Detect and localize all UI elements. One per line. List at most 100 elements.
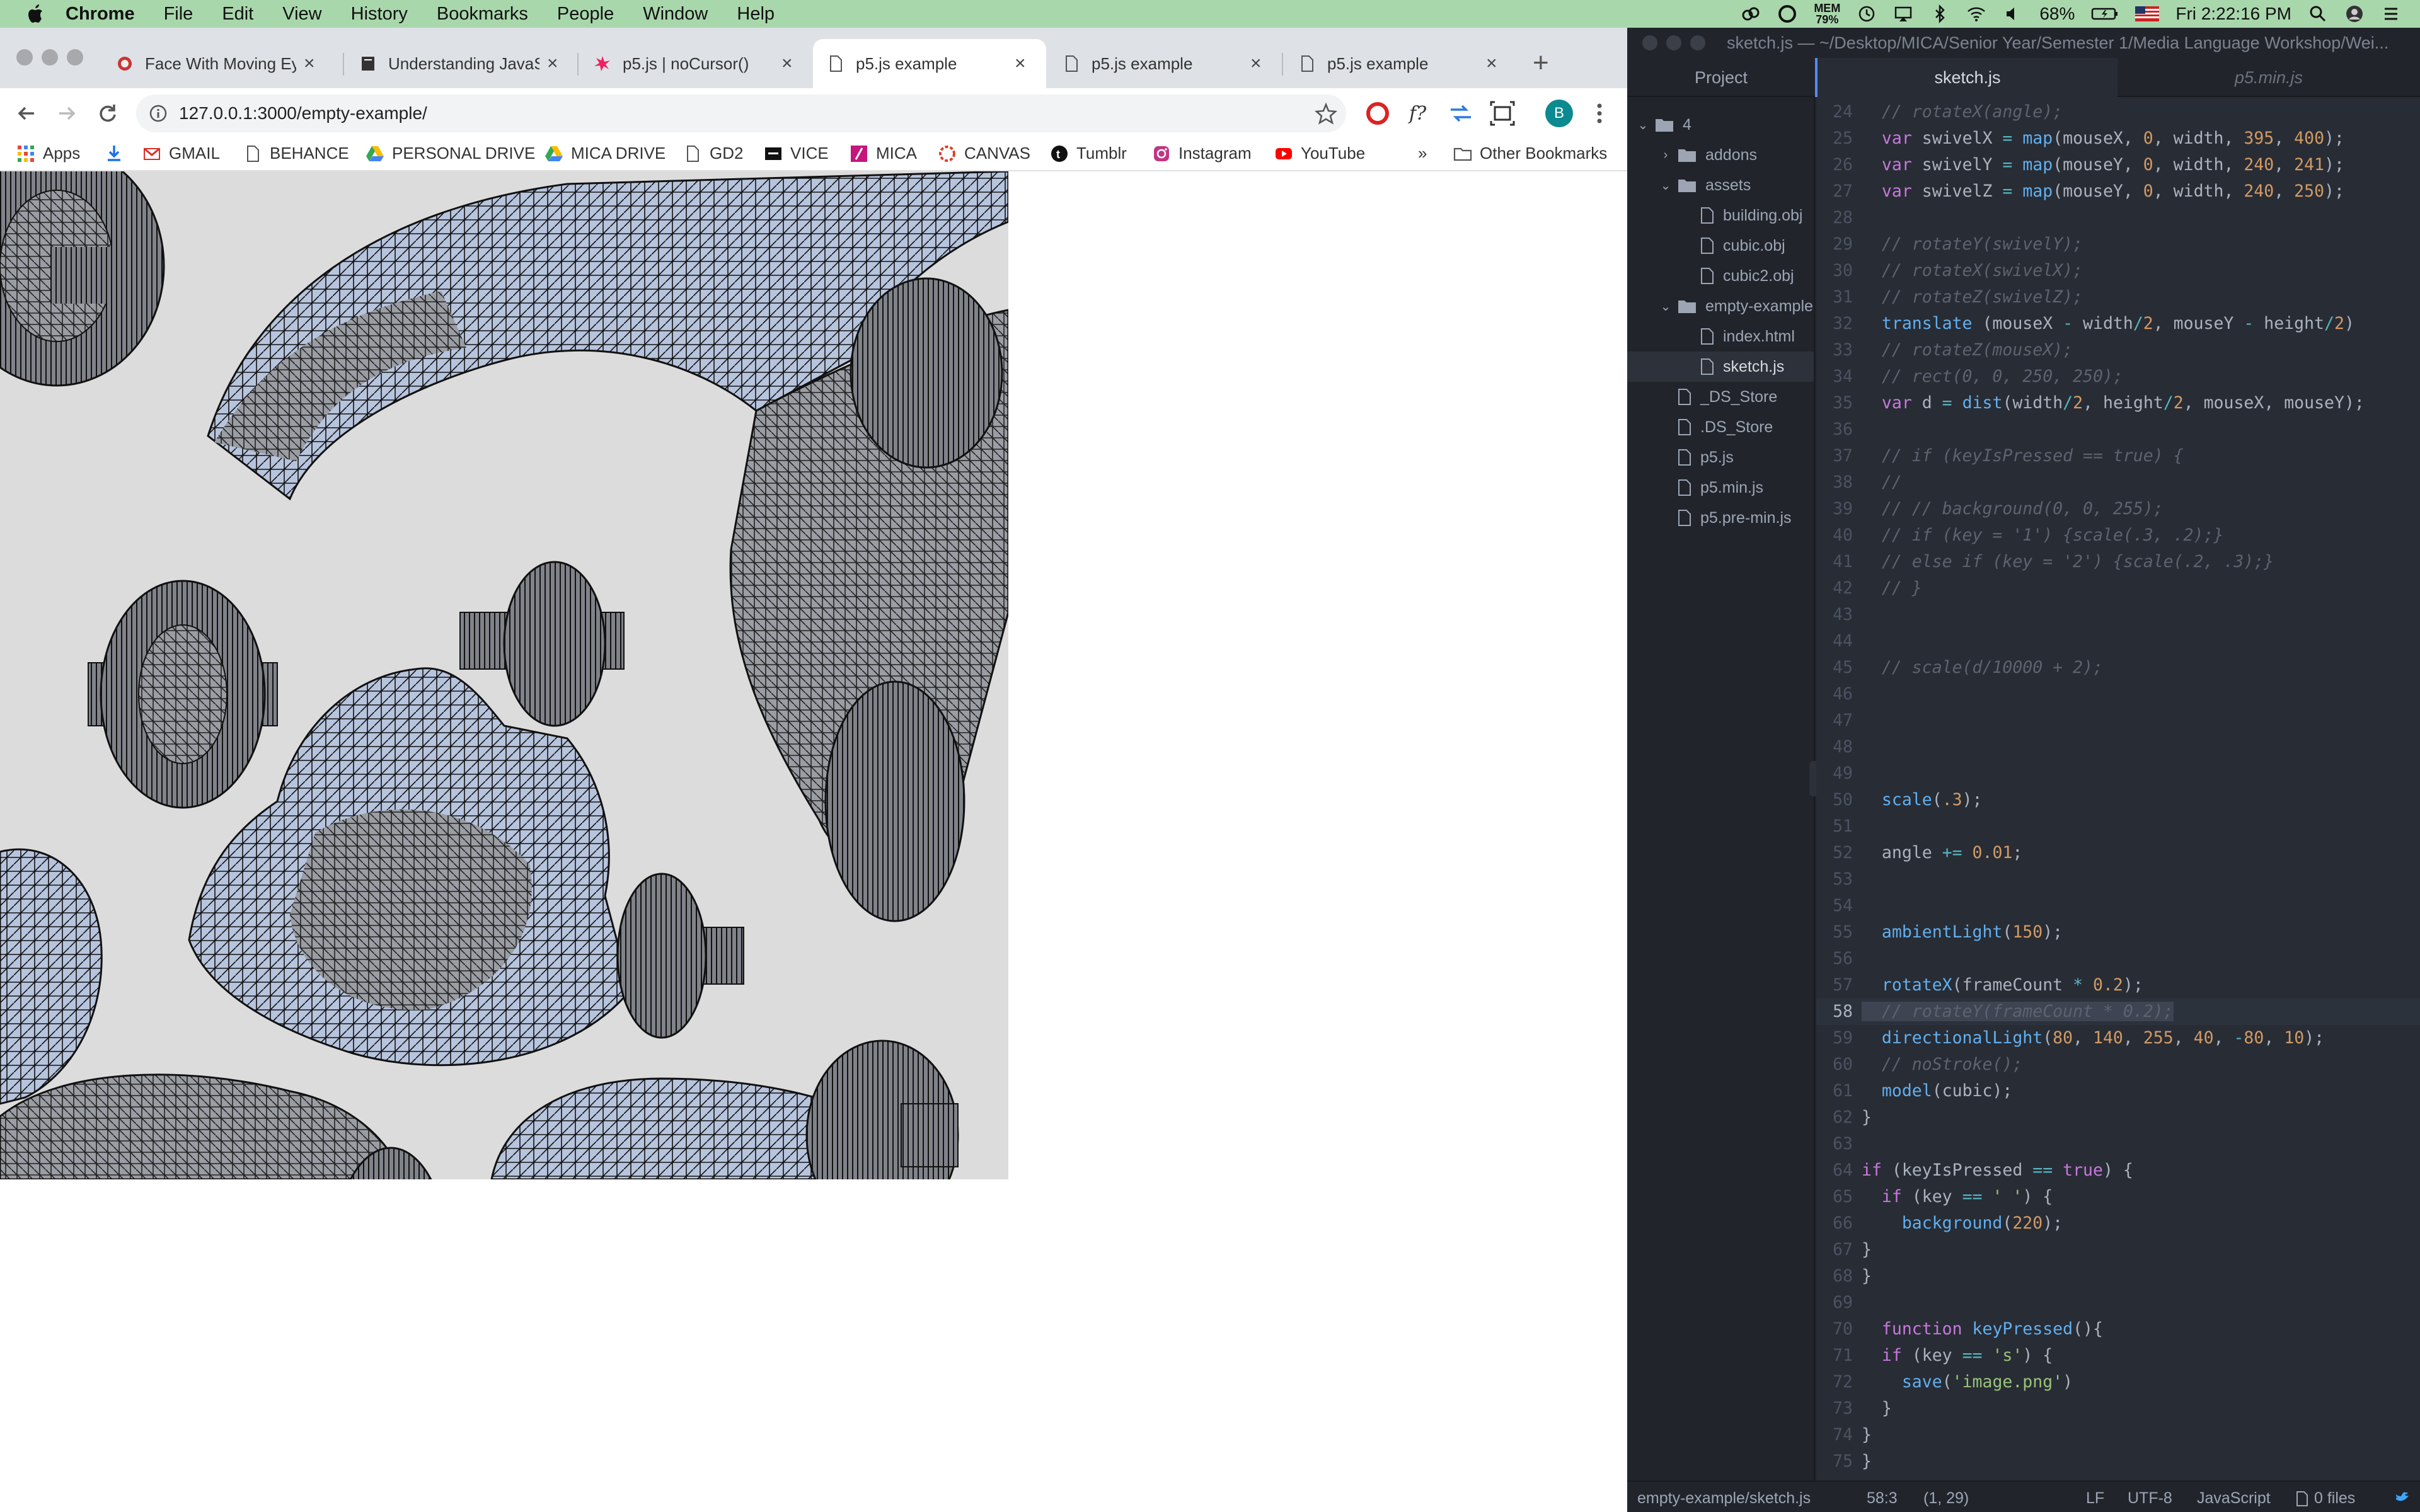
spotlight-icon[interactable]	[2308, 4, 2328, 24]
code-line[interactable]: 64 if (keyIsPressed == true) {	[1816, 1157, 2420, 1184]
code-line[interactable]: 26 var swivelY = map(mouseY, 0, width, 2…	[1816, 152, 2420, 178]
tree-item-p5-min-js[interactable]: p5.min.js	[1627, 472, 1814, 503]
zoom-window-button[interactable]	[67, 49, 83, 66]
menu-file[interactable]: File	[164, 4, 193, 25]
volume-icon[interactable]	[2003, 4, 2023, 24]
code-line[interactable]: 46	[1816, 681, 2420, 707]
code-line[interactable]: 45 // scale(d/10000 + 2);	[1816, 655, 2420, 681]
code-line[interactable]: 42 // }	[1816, 575, 2420, 602]
code-line[interactable]: 29 // rotateY(swivelY);	[1816, 231, 2420, 258]
code-editor[interactable]: 24 // rotateX(angle); 25 var swivelX = ma…	[1816, 97, 2420, 1480]
close-tab-icon[interactable]: ×	[304, 53, 315, 74]
code-line[interactable]: 33 // rotateZ(mouseX);	[1816, 337, 2420, 364]
code-line[interactable]: 49	[1816, 760, 2420, 787]
code-line[interactable]: 73 }	[1816, 1395, 2420, 1422]
address-bar[interactable]: 127.0.0.1:3000/empty-example/	[136, 94, 1346, 132]
creative-cloud-icon[interactable]	[1741, 4, 1761, 24]
menu-chrome[interactable]: Chrome	[66, 4, 135, 25]
code-line[interactable]: 31 // rotateZ(swivelZ);	[1816, 284, 2420, 311]
close-tab-icon[interactable]: ×	[1486, 53, 1497, 74]
close-tab-icon[interactable]: ×	[547, 53, 558, 74]
code-line[interactable]: 56	[1816, 946, 2420, 972]
apple-icon[interactable]	[25, 3, 44, 25]
tree-item-cubic2-obj[interactable]: cubic2.obj	[1627, 261, 1814, 291]
tree-item-index-html[interactable]: index.html	[1627, 321, 1814, 352]
close-tab-icon[interactable]: ×	[1250, 53, 1262, 74]
battery-icon[interactable]	[2091, 4, 2119, 24]
tab-p5-min-js[interactable]: p5.min.js	[2118, 58, 2420, 97]
code-line[interactable]: 54	[1816, 893, 2420, 919]
code-line[interactable]: 52 angle += 0.01;	[1816, 840, 2420, 866]
code-line[interactable]: 25 var swivelX = map(mouseX, 0, width, 3…	[1816, 125, 2420, 152]
arrows-extension-icon[interactable]	[1447, 100, 1475, 127]
menu-edit[interactable]: Edit	[222, 4, 253, 25]
code-line[interactable]: 30 // rotateX(swivelX);	[1816, 258, 2420, 284]
bookmark-star-icon[interactable]	[1315, 102, 1337, 125]
bookmark-gd2[interactable]: GD2	[683, 144, 743, 163]
opera-icon[interactable]	[1777, 4, 1797, 24]
code-line[interactable]: 65 if (key == ' ') {	[1816, 1184, 2420, 1210]
url-text[interactable]: 127.0.0.1:3000/empty-example/	[179, 103, 427, 123]
atom-close-button[interactable]	[1642, 35, 1657, 50]
code-line[interactable]: 35 var d = dist(width/2, height/2, mouse…	[1816, 390, 2420, 416]
bookmark-vice[interactable]: VICE	[764, 144, 829, 163]
code-line[interactable]: 39 // // background(0, 0, 255);	[1816, 496, 2420, 522]
tree-item-sketch-js[interactable]: sketch.js	[1627, 352, 1814, 382]
bookmark-instagram[interactable]: Instagram	[1152, 144, 1252, 163]
tree-item-addons[interactable]: › addons	[1627, 140, 1814, 170]
bookmark-tumblr[interactable]: t Tumblr	[1050, 144, 1127, 163]
code-line[interactable]: 24 // rotateX(angle);	[1816, 99, 2420, 125]
bookmark-personal-drive[interactable]: PERSONAL DRIVE	[366, 144, 535, 163]
tree-item-building-obj[interactable]: building.obj	[1627, 200, 1814, 231]
code-line[interactable]: 75}	[1816, 1448, 2420, 1475]
bookmark-download[interactable]	[105, 144, 131, 163]
code-line[interactable]: 27 var swivelZ = map(mouseY, 0, width, 2…	[1816, 178, 2420, 205]
timemachine-icon[interactable]	[1857, 4, 1877, 24]
us-flag-icon[interactable]	[2135, 4, 2160, 24]
code-line[interactable]: 38 //	[1816, 469, 2420, 496]
bookmark-youtube[interactable]: YouTube	[1274, 144, 1365, 163]
reload-icon[interactable]	[95, 101, 120, 126]
code-line[interactable]: 68}	[1816, 1263, 2420, 1290]
chrome-menu-icon[interactable]	[1593, 101, 1606, 126]
code-line[interactable]: 43	[1816, 602, 2420, 628]
forward-arrow-icon[interactable]	[54, 101, 79, 126]
status-grammar[interactable]: JavaScript	[2197, 1489, 2271, 1508]
code-line[interactable]: 66 background(220);	[1816, 1210, 2420, 1237]
tab-face-with-moving-eye[interactable]: Face With Moving Eye ×	[102, 39, 335, 88]
code-line[interactable]: 74}	[1816, 1422, 2420, 1448]
code-line[interactable]: 36	[1816, 416, 2420, 443]
tab-p5js-example-2[interactable]: p5.js example ×	[1049, 39, 1282, 88]
tree-item-4[interactable]: ⌄ 4	[1627, 110, 1814, 140]
code-line[interactable]: 63	[1816, 1131, 2420, 1157]
code-line[interactable]: 69	[1816, 1290, 2420, 1316]
code-line[interactable]: 41 // else if (key = '2') {scale(.2, .3)…	[1816, 549, 2420, 575]
notification-center-icon[interactable]	[2381, 4, 2401, 24]
atom-minimize-button[interactable]	[1666, 35, 1681, 50]
code-line[interactable]: 71 if (key == 's') {	[1816, 1343, 2420, 1369]
tree-item-empty-example[interactable]: ⌄ empty-example	[1627, 291, 1814, 321]
code-line[interactable]: 34 // rect(0, 0, 250, 250);	[1816, 364, 2420, 390]
code-line[interactable]: 61 model(cubic);	[1816, 1078, 2420, 1104]
code-line[interactable]: 70 function keyPressed(){	[1816, 1316, 2420, 1343]
bookmark-mica[interactable]: MICA	[850, 144, 917, 163]
bookmarks-overflow-button[interactable]: »	[1418, 144, 1427, 163]
function-extension-icon[interactable]: f?	[1405, 100, 1433, 127]
bookmark-gmail[interactable]: GMAIL	[142, 144, 220, 163]
menubar-clock[interactable]: Fri 2:22:16 PM	[2175, 4, 2291, 24]
wifi-icon[interactable]	[1966, 4, 1986, 24]
code-line[interactable]: 62}	[1816, 1104, 2420, 1131]
battery-percentage[interactable]: 68%	[2039, 4, 2075, 24]
opera-extension-icon[interactable]	[1364, 100, 1392, 127]
status-git-files[interactable]: 0 files	[2295, 1489, 2355, 1508]
code-line[interactable]: 72 save('image.png')	[1816, 1369, 2420, 1395]
menu-people[interactable]: People	[557, 4, 614, 25]
tree-item-p5-pre-min-js[interactable]: p5.pre-min.js	[1627, 503, 1814, 533]
code-line[interactable]: 32 translate (mouseX - width/2, mouseY -…	[1816, 311, 2420, 337]
close-window-button[interactable]	[16, 49, 33, 66]
tab-sketch-js[interactable]: sketch.js	[1815, 58, 2118, 97]
menu-help[interactable]: Help	[737, 4, 775, 25]
code-line[interactable]: 58 // rotateY(frameCount * 0.2);	[1816, 999, 2420, 1025]
code-line[interactable]: 50 scale(.3);	[1816, 787, 2420, 813]
tab-p5js-example-active[interactable]: p5.js example ×	[813, 39, 1046, 88]
